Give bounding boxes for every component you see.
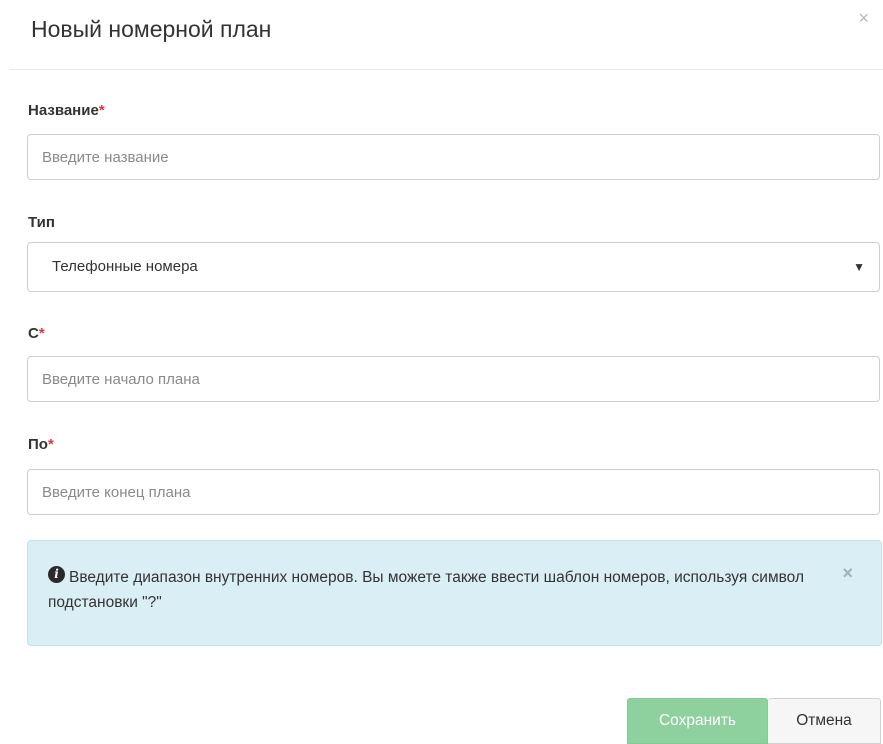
required-mark: * <box>47 436 54 453</box>
name-label: Название* <box>28 102 105 120</box>
save-button[interactable]: Сохранить <box>627 698 768 744</box>
to-input[interactable] <box>27 469 880 515</box>
info-alert-text: Введите диапазон внутренних номеров. Вы … <box>48 569 804 611</box>
cancel-button[interactable]: Отмена <box>768 698 881 744</box>
dialog-header: Новый номерной план × <box>0 0 883 70</box>
alert-close-icon[interactable]: × <box>842 563 853 583</box>
to-label: По* <box>28 436 54 454</box>
from-input[interactable] <box>27 356 880 402</box>
close-icon[interactable]: × <box>858 8 869 28</box>
header-divider <box>10 69 883 70</box>
name-input[interactable] <box>27 134 880 180</box>
from-label-text: С <box>28 325 39 342</box>
from-label: С* <box>28 325 45 343</box>
type-select-value: Телефонные номера <box>52 258 198 275</box>
type-select[interactable]: Телефонные номера ▼ <box>27 242 880 292</box>
info-alert: i Введите диапазон внутренних номеров. В… <box>27 540 882 646</box>
to-label-text: По <box>28 436 48 453</box>
type-label: Тип <box>28 214 55 231</box>
name-label-text: Название <box>28 102 99 119</box>
dialog-title: Новый номерной план <box>31 16 272 42</box>
new-number-plan-dialog: Новый номерной план × Название* Тип Теле… <box>0 0 883 744</box>
required-mark: * <box>38 325 45 342</box>
required-mark: * <box>98 102 105 119</box>
chevron-down-icon: ▼ <box>853 260 865 274</box>
